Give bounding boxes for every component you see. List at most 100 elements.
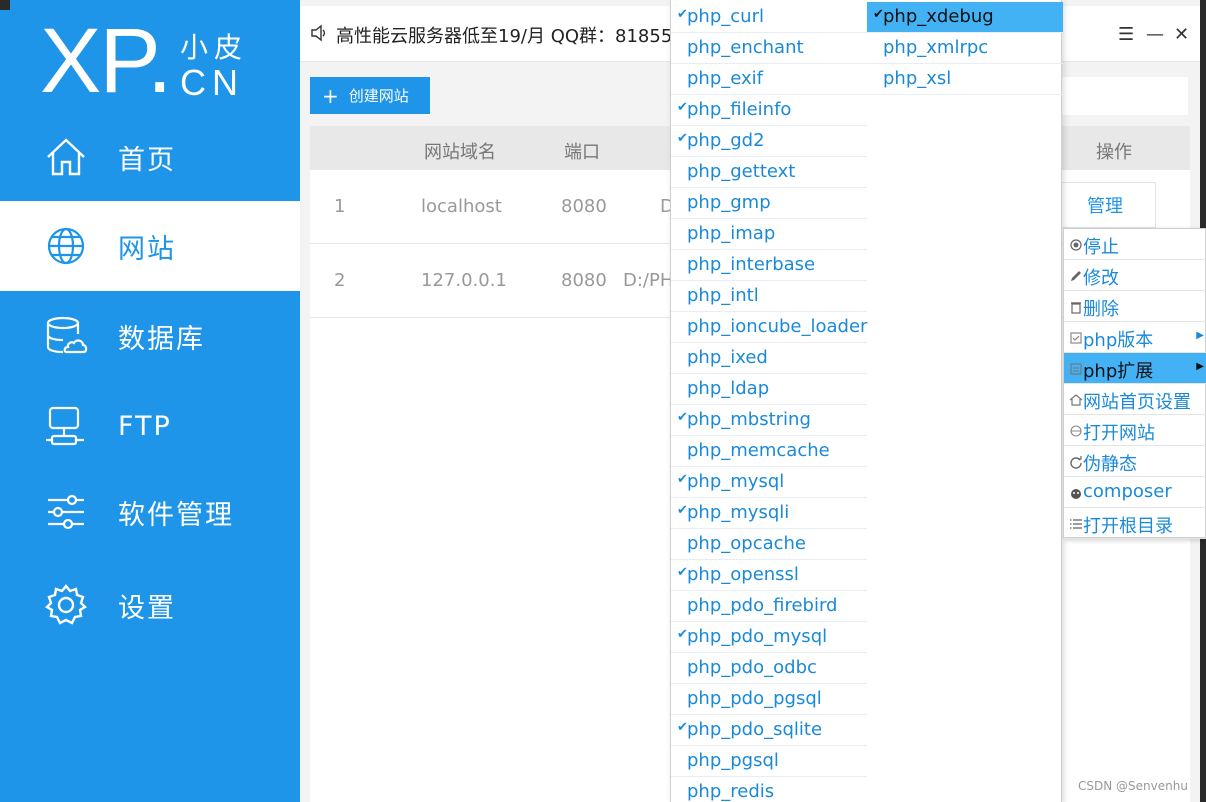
context-menu-label: 打开根目录 (1083, 516, 1173, 537)
plus-icon: + (322, 83, 339, 108)
extension-item-php-gmp[interactable]: php_gmp (671, 188, 867, 219)
sidebar-item-label: 设置 (118, 592, 176, 624)
speaker-icon (310, 24, 328, 42)
extension-name: php_opcache (687, 533, 807, 554)
extension-item-php-xsl[interactable]: php_xsl (867, 64, 1063, 95)
extension-item-php-pgsql[interactable]: php_pgsql (671, 746, 867, 777)
context-menu-item-5[interactable]: 网站首页设置 (1064, 384, 1206, 415)
context-menu-label: 修改 (1083, 268, 1119, 289)
extension-item-php-pdo-mysql[interactable]: ✔ php_pdo_mysql (671, 622, 867, 653)
manage-button[interactable]: 管理 (1054, 182, 1156, 228)
minimize-button[interactable]: — (1146, 24, 1164, 45)
extension-item-php-memcache[interactable]: php_memcache (671, 436, 867, 467)
context-menu-item-7[interactable]: 伪静态 (1064, 446, 1206, 477)
extension-item-php-xmlrpc[interactable]: php_xmlrpc (867, 33, 1063, 64)
extension-name: php_mysql (687, 471, 785, 492)
extension-item-php-gd2[interactable]: ✔ php_gd2 (671, 126, 867, 157)
extension-item-php-opcache[interactable]: php_opcache (671, 529, 867, 560)
context-menu-item-2[interactable]: 删除 (1064, 291, 1206, 322)
stop-icon (1069, 236, 1083, 251)
row-domain: localhost (421, 196, 502, 217)
menu-icon[interactable]: ☰ (1118, 24, 1134, 45)
extension-item-php-openssl[interactable]: ✔ php_openssl (671, 560, 867, 591)
extension-item-php-pdo-sqlite[interactable]: ✔ php_pdo_sqlite (671, 715, 867, 746)
extension-name: php_xmlrpc (883, 37, 989, 58)
create-website-label: 创建网站 (348, 87, 409, 105)
extension-name: php_mysqli (687, 502, 790, 523)
extension-item-php-pdo-odbc[interactable]: php_pdo_odbc (671, 653, 867, 684)
refresh-icon (1069, 453, 1083, 469)
sidebar-item-website[interactable]: 网站 (0, 201, 300, 291)
context-menu-item-1[interactable]: 修改 (1064, 260, 1206, 291)
extension-item-php-interbase[interactable]: php_interbase (671, 250, 867, 281)
window-corner (0, 0, 10, 10)
extension-item-php-ioncube-loader[interactable]: php_ioncube_loader (671, 312, 867, 343)
context-menu-item-9[interactable]: 打开根目录 (1064, 508, 1206, 539)
header-domain: 网站域名 (424, 142, 496, 163)
announcement-text[interactable]: 高性能云服务器低至19/月 QQ群：81855 (336, 22, 672, 48)
extension-item-php-ldap[interactable]: php_ldap (671, 374, 867, 405)
app-logo: XP. 小皮 CN (40, 10, 250, 112)
trash-icon (1069, 298, 1083, 314)
context-menu-item-3[interactable]: php版本 ▶ (1064, 322, 1206, 353)
extension-item-php-enchant[interactable]: php_enchant (671, 33, 867, 64)
extension-item-php-mysql[interactable]: ✔ php_mysql (671, 467, 867, 498)
submenu-arrow-icon: ▶ (1196, 330, 1204, 341)
extension-item-php-intl[interactable]: php_intl (671, 281, 867, 312)
sidebar-item-software[interactable]: 软件管理 (0, 467, 300, 557)
extension-item-php-mbstring[interactable]: ✔ php_mbstring (671, 405, 867, 436)
row-index: 2 (334, 270, 346, 291)
edit-icon (1069, 267, 1083, 281)
extension-name: php_pdo_odbc (687, 657, 817, 678)
extension-item-php-xdebug[interactable]: ✔ php_xdebug (867, 2, 1063, 33)
sidebar-item-label: FTP (118, 410, 172, 442)
extension-item-php-pdo-pgsql[interactable]: php_pdo_pgsql (671, 684, 867, 715)
extension-name: php_ixed (687, 347, 768, 368)
context-menu-label: 停止 (1083, 237, 1119, 258)
logo-small-top: 小皮 (180, 31, 249, 64)
context-menu-label: 网站首页设置 (1083, 392, 1191, 413)
row-domain: 127.0.0.1 (421, 270, 507, 291)
context-menu-label: php版本 (1083, 330, 1154, 351)
extensions-column-2: ✔ php_xdebug php_xmlrpc php_xsl (867, 2, 1063, 95)
list-icon (1069, 515, 1083, 529)
extension-item-php-imap[interactable]: php_imap (671, 219, 867, 250)
close-button[interactable]: ✕ (1174, 24, 1189, 45)
extension-item-php-gettext[interactable]: php_gettext (671, 157, 867, 188)
sidebar-item-ftp[interactable]: FTP (0, 381, 300, 471)
extension-item-php-redis[interactable]: php_redis (671, 777, 867, 802)
extension-item-php-exif[interactable]: php_exif (671, 64, 867, 95)
context-menu-item-4[interactable]: php扩展 ▶ (1064, 353, 1206, 384)
row-index: 1 (334, 196, 346, 217)
create-website-button[interactable]: + 创建网站 (310, 77, 430, 114)
watermark: CSDN @Senvenhu (1078, 779, 1188, 793)
extension-item-php-mysqli[interactable]: ✔ php_mysqli (671, 498, 867, 529)
sidebar-item-home[interactable]: 首页 (0, 112, 300, 202)
extension-name: php_pdo_mysql (687, 626, 828, 647)
context-menu-item-8[interactable]: composer (1064, 477, 1206, 508)
logo-xp-text: XP. (40, 10, 172, 112)
website-context-menu: 停止修改 删除 php版本 ▶ php扩展 ▶ 网站首页设置 打开网站伪静态 composer 打… (1063, 228, 1206, 539)
extension-name: php_fileinfo (687, 99, 792, 120)
extension-name: php_mbstring (687, 409, 811, 430)
server-icon (44, 404, 88, 448)
extension-item-php-fileinfo[interactable]: ✔ php_fileinfo (671, 95, 867, 126)
home-icon (44, 135, 88, 179)
context-menu-item-6[interactable]: 打开网站 (1064, 415, 1206, 446)
context-menu-item-0[interactable]: 停止 (1064, 229, 1206, 260)
sidebar-item-database[interactable]: 数据库 (0, 291, 300, 381)
extension-item-php-ixed[interactable]: php_ixed (671, 343, 867, 374)
extension-name: php_gmp (687, 192, 771, 213)
sidebar-item-label: 软件管理 (118, 499, 234, 531)
extension-name: php_gettext (687, 161, 796, 182)
extension-icon (1069, 360, 1083, 375)
extensions-column-1: ✔ php_curl php_enchant php_exif ✔ php_fileinf… (671, 2, 867, 802)
extension-item-php-pdo-firebird[interactable]: php_pdo_firebird (671, 591, 867, 622)
sidebar-item-settings[interactable]: 设置 (0, 560, 300, 650)
sidebar-item-label: 数据库 (118, 323, 205, 355)
extension-item-php-curl[interactable]: ✔ php_curl (671, 2, 867, 33)
extension-name: php_memcache (687, 440, 830, 461)
extension-name: php_pgsql (687, 750, 779, 771)
context-menu-label: 伪静态 (1083, 454, 1137, 475)
search-area[interactable] (1062, 77, 1188, 115)
